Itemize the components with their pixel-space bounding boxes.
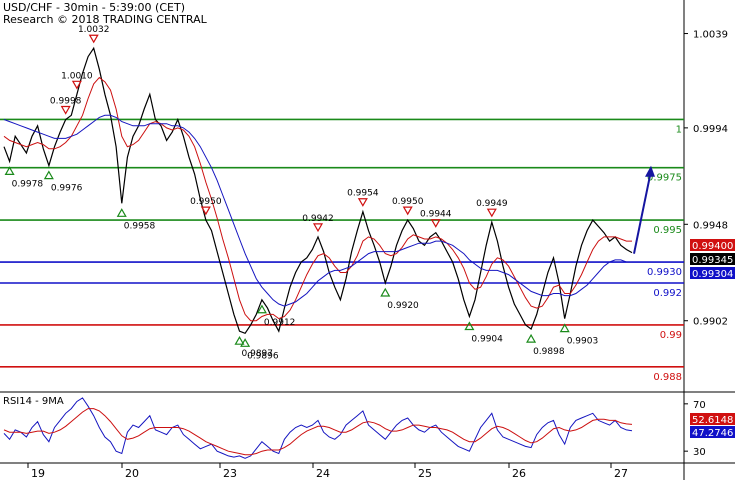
series-line [3,114,632,307]
peak-label: 0.9944 [420,210,452,220]
y-tick-label: 0.9948 [693,220,728,231]
trough-label: 0.9912 [264,318,296,328]
trough-label: 0.9920 [387,301,419,311]
peak-label: 0.9954 [347,189,379,199]
rsi-title: RSI14 - 9MA [3,396,64,407]
y-tick-label: 1.0039 [693,30,728,41]
y-tick-label: 0.9902 [693,317,728,328]
peak-marker [88,34,99,44]
trough-marker [380,287,391,297]
peak-label: 1.0010 [61,71,93,81]
forecast-arrow-line [633,175,651,254]
trough-marker [526,333,537,343]
trough-label: 0.9976 [51,184,83,194]
chart-root: USD/CHF - 30min - 5:39:00 (CET) Research… [0,0,735,480]
peak-marker [486,208,497,218]
rsi-tick-label: 70 [693,400,706,411]
price-badge-label: 0.99400 [692,241,733,252]
trough-label: 0.9898 [533,347,565,357]
x-tick-label: 26 [512,467,526,480]
peak-label: 0.9950 [190,197,222,207]
level-label: 0.995 [653,225,682,236]
peak-label: 0.9998 [50,96,82,106]
peak-label: 1.0032 [78,25,110,35]
trough-label: 0.9978 [12,179,44,189]
peak-marker [357,198,368,207]
x-tick-label: 24 [316,467,330,480]
series-line [3,76,632,322]
rsi-series-line [3,397,633,459]
peak-marker [312,223,324,233]
price-badge-label: 0.99304 [692,269,733,280]
peak-label: 0.9942 [302,214,334,224]
peak-marker [60,105,71,115]
level-label: 0.99 [660,330,682,341]
rsi-series-line [3,408,633,456]
trough-marker [464,321,475,331]
trough-marker [43,170,54,180]
peak-label: 0.9950 [392,197,424,207]
price-badge-label: 0.99345 [692,255,733,266]
level-label: 0.992 [653,288,682,299]
x-tick-label: 19 [31,467,45,480]
rsi-badge-label: 52.6148 [692,415,733,426]
trough-label: 0.9903 [567,337,599,347]
chart-svg: 10.99750.9950.99300.9920.990.9881.00390.… [0,0,735,480]
peak-label: 0.9949 [476,199,508,209]
level-label: 0.9930 [647,267,682,278]
trough-label: 0.9904 [471,335,503,345]
y-tick-label: 0.9994 [693,124,728,135]
x-tick-label: 20 [125,467,139,480]
rsi-tick-label: 30 [693,447,706,458]
trough-label: 0.9958 [124,221,156,231]
peak-marker [402,206,413,216]
x-tick-label: 27 [614,467,628,480]
trough-marker [234,335,245,345]
series-line [3,46,633,335]
x-tick-label: 23 [223,467,237,480]
level-label: 0.988 [653,372,682,383]
rsi-badge-label: 47.2746 [692,428,733,439]
x-tick-label: 25 [418,467,432,480]
trough-label: 0.9897 [242,349,274,359]
trough-marker [116,208,127,217]
chart-subtitle: Research © 2018 TRADING CENTRAL [3,13,207,26]
level-label: 1 [676,124,682,135]
